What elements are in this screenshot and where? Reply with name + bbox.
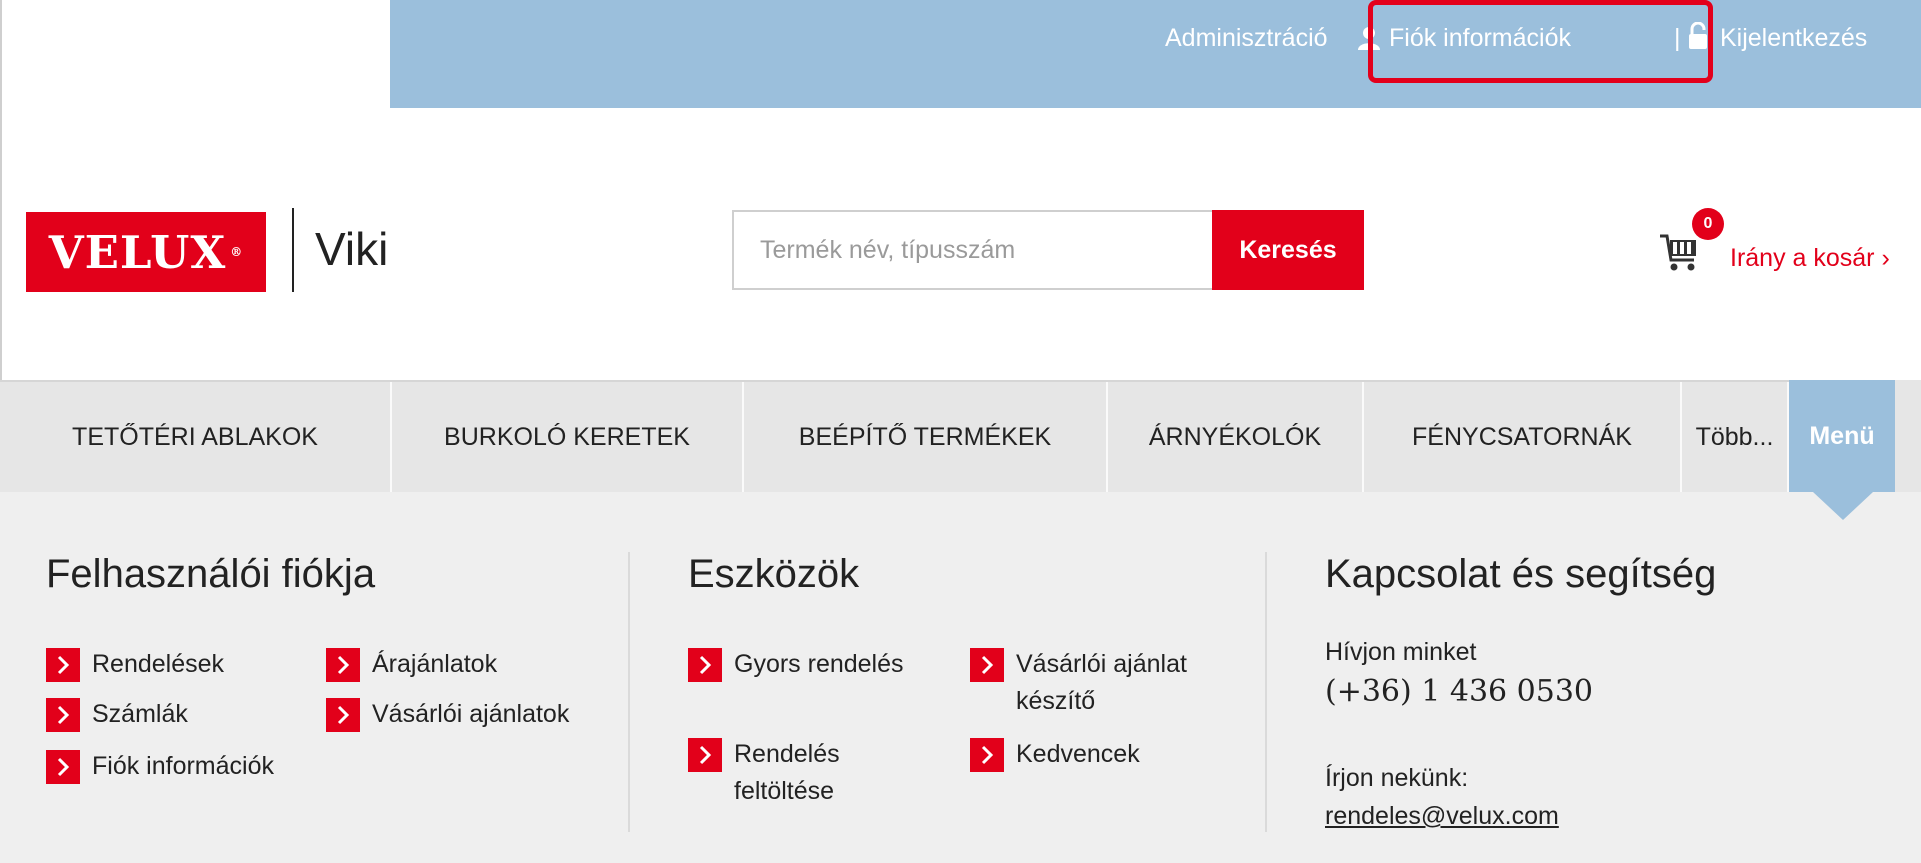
menu-pointer-arrow xyxy=(1813,492,1873,520)
customer-offers-link[interactable]: Vásárlói ajánlatok xyxy=(326,696,569,733)
customer-offer-builder-link-label: Vásárlói ajánlat készítő xyxy=(1016,650,1187,715)
chevron-right-icon xyxy=(326,698,360,732)
favorites-link[interactable]: Kedvencek xyxy=(970,736,1140,773)
administration-link[interactable]: Adminisztráció xyxy=(1165,24,1328,53)
chevron-right-icon xyxy=(46,698,80,732)
phone-number: (+36) 1 436 0530 xyxy=(1325,674,1594,709)
search-button[interactable]: Keresés xyxy=(1212,210,1364,290)
account-info-highlight xyxy=(1368,0,1713,83)
column-divider xyxy=(628,552,630,832)
chevron-right-icon xyxy=(46,648,80,682)
write-us-label: Írjon nekünk: xyxy=(1325,764,1469,792)
nav-item-more[interactable]: Több... xyxy=(1682,382,1789,492)
logout-link[interactable]: Kijelentkezés xyxy=(1720,24,1867,53)
chevron-right-icon xyxy=(970,648,1004,682)
logo-divider xyxy=(292,208,294,292)
nav-item-flashings[interactable]: BURKOLÓ KERETEK xyxy=(392,382,744,492)
search-input[interactable] xyxy=(734,212,1212,288)
favorites-link-label: Kedvencek xyxy=(1016,740,1140,768)
order-upload-link[interactable]: Rendelés feltöltése xyxy=(688,736,888,810)
nav-item-installation-products[interactable]: BEÉPÍTŐ TERMÉKEK xyxy=(744,382,1108,492)
chevron-right-icon xyxy=(970,738,1004,772)
order-upload-link-label: Rendelés feltöltése xyxy=(734,740,840,805)
logo-text: VELUX xyxy=(48,225,227,279)
nav-item-roof-windows[interactable]: TETŐTÉRI ABLAKOK xyxy=(0,382,392,492)
main-navigation: TETŐTÉRI ABLAKOK BURKOLÓ KERETEK BEÉPÍTŐ… xyxy=(0,380,1921,492)
account-info-panel-link-label: Fiók információk xyxy=(92,752,274,780)
nav-right-edge xyxy=(1895,380,1921,492)
cart-icon[interactable] xyxy=(1658,232,1700,272)
email-link[interactable]: rendeles@velux.com xyxy=(1325,802,1559,831)
quick-order-link[interactable]: Gyors rendelés xyxy=(688,646,904,683)
site-name: Viki xyxy=(315,223,389,275)
quick-order-link-label: Gyors rendelés xyxy=(734,650,904,678)
customer-offer-builder-link[interactable]: Vásárlói ajánlat készítő xyxy=(970,646,1230,720)
nav-item-blinds[interactable]: ÁRNYÉKOLÓK xyxy=(1108,382,1364,492)
invoices-link-label: Számlák xyxy=(92,700,188,728)
orders-link-label: Rendelések xyxy=(92,650,225,678)
contact-section-title: Kapcsolat és segítség xyxy=(1325,552,1717,596)
chevron-right-icon xyxy=(688,648,722,682)
cart-count-badge: 0 xyxy=(1692,208,1724,240)
tools-section-title: Eszközök xyxy=(688,552,860,596)
column-divider xyxy=(1265,552,1267,832)
nav-menu-button[interactable]: Menü xyxy=(1789,380,1895,492)
logo-registered-mark: ® xyxy=(230,245,244,259)
go-to-cart-link[interactable]: Irány a kosár › xyxy=(1730,244,1890,273)
search-box xyxy=(732,210,1212,290)
orders-link[interactable]: Rendelések xyxy=(46,646,224,683)
quotes-link[interactable]: Árajánlatok xyxy=(326,646,497,683)
customer-offers-link-label: Vásárlói ajánlatok xyxy=(372,700,570,728)
account-info-panel-link[interactable]: Fiók információk xyxy=(46,748,274,785)
call-us-label: Hívjon minket xyxy=(1325,638,1477,666)
chevron-right-icon xyxy=(688,738,722,772)
nav-item-sun-tunnels[interactable]: FÉNYCSATORNÁK xyxy=(1364,382,1682,492)
account-section-title: Felhasználói fiókja xyxy=(46,552,376,596)
invoices-link[interactable]: Számlák xyxy=(46,696,188,733)
chevron-right-icon xyxy=(46,750,80,784)
menu-panel xyxy=(0,492,1921,863)
chevron-right-icon xyxy=(326,648,360,682)
velux-logo[interactable]: VELUX ® xyxy=(26,212,266,292)
quotes-link-label: Árajánlatok xyxy=(372,650,498,678)
